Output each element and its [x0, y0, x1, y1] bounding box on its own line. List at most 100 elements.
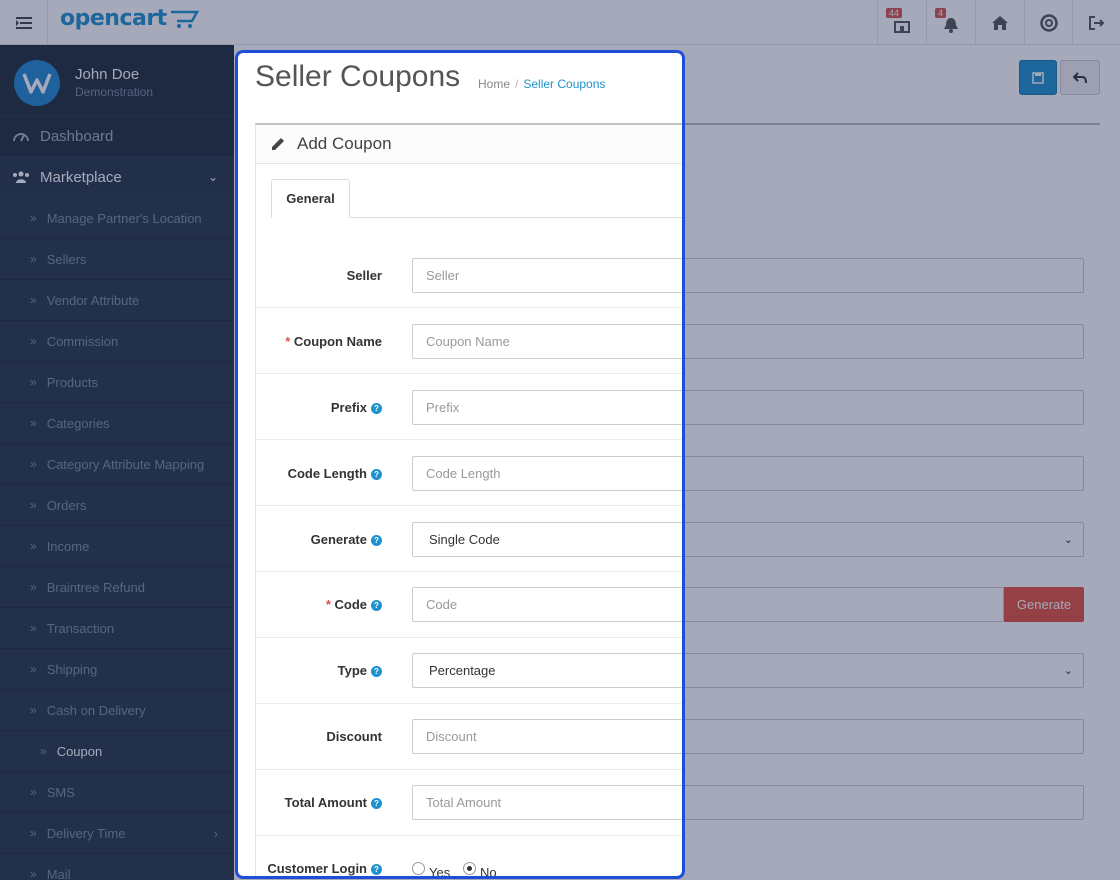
type-select[interactable]: Percentage [412, 653, 682, 688]
sidebar-item-products[interactable]: » Products [0, 362, 234, 403]
code-length-label: Code Length? [238, 466, 382, 481]
double-chevron-right-icon: » [30, 293, 37, 307]
generate-select-value: Single Code [429, 532, 500, 547]
sidebar-item-label: Dashboard [40, 127, 114, 145]
help-icon[interactable]: ? [371, 600, 382, 611]
form-divider [255, 637, 682, 638]
code-length-input[interactable] [412, 456, 682, 491]
sidebar-item-sellers[interactable]: » Sellers [0, 239, 234, 280]
sidebar-item-category-attribute-mapping[interactable]: » Category Attribute Mapping [0, 444, 234, 485]
help-icon[interactable]: ? [371, 864, 382, 875]
home-button[interactable] [975, 0, 1024, 45]
notifications-button[interactable]: 4 [926, 0, 975, 45]
user-profile[interactable]: John Doe Demonstration [0, 45, 234, 116]
sidebar-item-label: Cash on Delivery [46, 702, 146, 718]
double-chevron-right-icon: » [30, 580, 37, 594]
double-chevron-right-icon: » [30, 375, 37, 389]
help-icon[interactable]: ? [371, 535, 382, 546]
double-chevron-right-icon: » [30, 703, 37, 717]
breadcrumb-home[interactable]: Home [478, 77, 510, 91]
sidebar-item-coupon[interactable]: » Coupon [0, 731, 234, 772]
double-chevron-right-icon: » [30, 252, 37, 266]
total-amount-input[interactable] [412, 785, 682, 820]
help-icon[interactable]: ? [371, 666, 382, 677]
sidebar-item-vendor-attribute[interactable]: » Vendor Attribute [0, 280, 234, 321]
prefix-input[interactable] [412, 390, 682, 425]
double-chevron-right-icon: » [30, 334, 37, 348]
logout-button[interactable] [1072, 0, 1120, 45]
customer-login-yes-label: Yes [429, 865, 451, 879]
sidebar-item-orders[interactable]: » Orders [0, 485, 234, 526]
help-icon[interactable]: ? [371, 469, 382, 480]
coupon-name-input[interactable] [412, 324, 682, 359]
sidebar-item-income[interactable]: » Income [0, 526, 234, 567]
sidebar-item-label: Shipping [46, 661, 98, 677]
double-chevron-right-icon: » [30, 621, 37, 635]
sidebar-item-cash-on-delivery[interactable]: » Cash on Delivery [0, 690, 234, 731]
store-button[interactable]: 44 [877, 0, 926, 45]
discount-label: Discount [326, 729, 382, 744]
sidebar-item-label: Commission [46, 333, 119, 349]
generate-code-button[interactable]: Generate [1004, 587, 1084, 622]
sidebar-item-manage-partner-s-location[interactable]: » Manage Partner's Location [0, 198, 234, 239]
opencart-logo[interactable]: opencart [60, 6, 199, 31]
generate-label: Generate? [238, 532, 382, 547]
double-chevron-right-icon: » [30, 785, 37, 799]
breadcrumb-current[interactable]: Seller Coupons [523, 77, 605, 91]
code-label: * Code? [238, 597, 382, 612]
sidebar-item-dashboard[interactable]: Dashboard [0, 116, 234, 157]
chevron-down-icon: ⌄ [1063, 534, 1073, 546]
sidebar-item-braintree-refund[interactable]: » Braintree Refund [0, 567, 234, 608]
home-icon [992, 15, 1008, 30]
back-button[interactable] [1060, 60, 1100, 95]
sidebar-item-transaction[interactable]: » Transaction [0, 608, 234, 649]
sidebar-item-delivery-time[interactable]: » Delivery Time › [0, 813, 234, 854]
form-divider [255, 703, 682, 704]
seller-input[interactable] [412, 258, 682, 293]
support-button[interactable] [1024, 0, 1073, 45]
sidebar-item-marketplace[interactable]: Marketplace ⌄ [0, 157, 234, 198]
highlighted-form-region: Seller Coupons Home / Seller Coupons Add C… [235, 50, 685, 879]
save-button[interactable] [1019, 60, 1057, 95]
users-icon [13, 171, 29, 183]
chevron-down-icon: ⌄ [207, 170, 218, 184]
form-divider [255, 439, 682, 440]
bell-icon [944, 17, 958, 33]
sidebar-item-label: Income [46, 538, 90, 554]
double-chevron-right-icon: » [30, 826, 37, 840]
generate-select[interactable]: Single Code [412, 522, 682, 557]
sidebar-item-mail[interactable]: » Mail [0, 854, 234, 880]
top-header: opencart 44 4 [0, 0, 1120, 45]
sidebar-item-sms[interactable]: » SMS [0, 772, 234, 813]
breadcrumb: Home / Seller Coupons [478, 77, 606, 91]
double-chevron-right-icon: » [30, 539, 37, 553]
customer-login-label: Customer Login? [238, 861, 382, 876]
tab-general[interactable]: General [271, 179, 350, 218]
sidebar-item-label: Sellers [46, 251, 87, 267]
sidebar-item-label: Mail [46, 866, 71, 880]
help-icon[interactable]: ? [371, 798, 382, 809]
cart-icon [170, 10, 199, 28]
user-name: John Doe [75, 66, 140, 83]
panel-heading: Add Coupon [255, 123, 682, 164]
sidebar-item-label: Vendor Attribute [46, 292, 140, 308]
sidebar-item-categories[interactable]: » Categories [0, 403, 234, 444]
form-divider [255, 835, 682, 836]
sidebar-item-commission[interactable]: » Commission [0, 321, 234, 362]
chevron-down-icon: ⌄ [1063, 665, 1073, 677]
coupon-name-label: * Coupon Name [285, 334, 382, 349]
reply-icon [1073, 71, 1087, 83]
save-icon [1032, 71, 1044, 84]
sidebar-item-shipping[interactable]: » Shipping [0, 649, 234, 690]
discount-input[interactable] [412, 719, 682, 754]
customer-login-yes-radio[interactable] [412, 862, 425, 875]
help-icon[interactable]: ? [371, 403, 382, 414]
panel-title: Add Coupon [297, 134, 392, 153]
customer-login-no-radio[interactable] [463, 862, 476, 875]
menu-toggle-button[interactable] [0, 0, 48, 45]
sidebar-item-label: Category Attribute Mapping [46, 456, 205, 472]
sidebar-item-label: Products [46, 374, 98, 390]
menu-icon [15, 16, 32, 29]
sidebar-item-label: Categories [46, 415, 110, 431]
code-input[interactable] [412, 587, 682, 622]
